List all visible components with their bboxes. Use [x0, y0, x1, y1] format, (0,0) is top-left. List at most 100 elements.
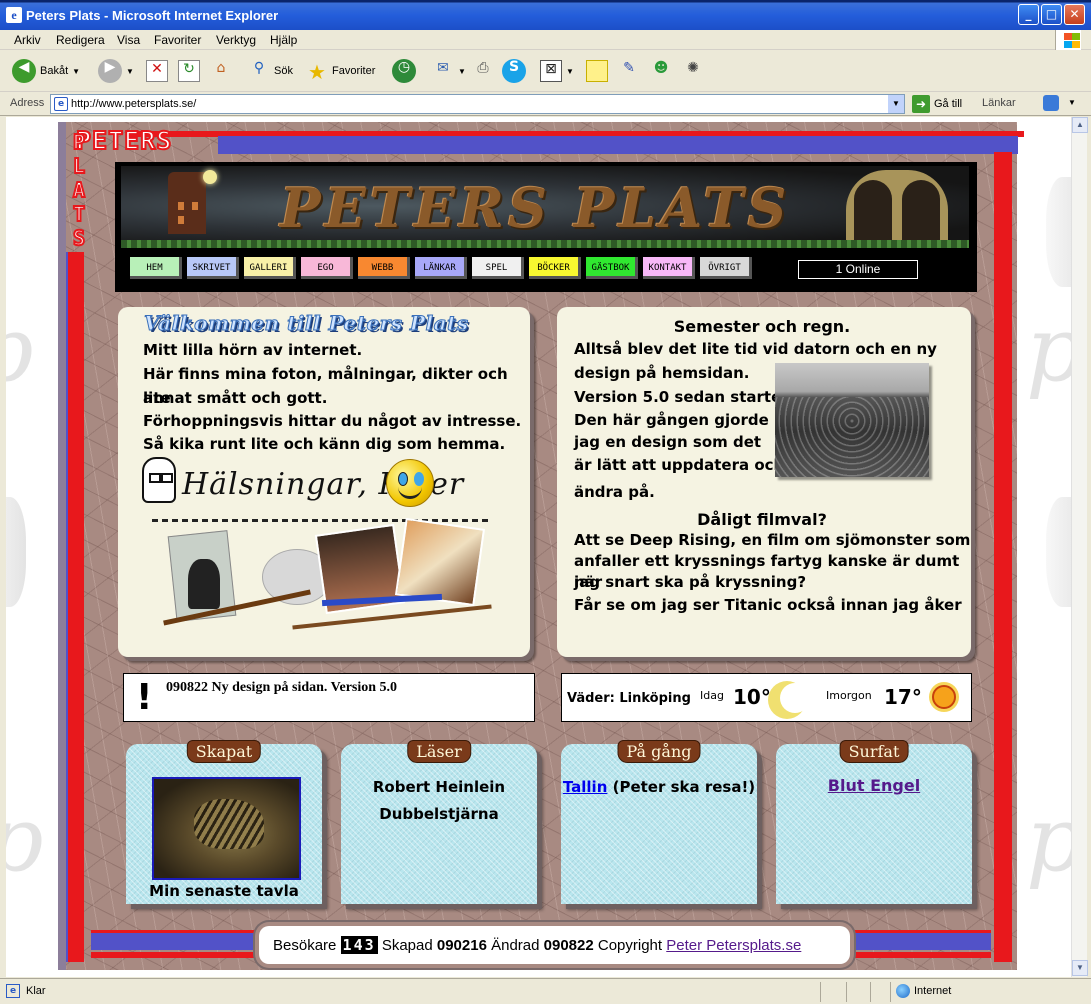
nav-kontakt[interactable]: KONTAKT	[643, 257, 695, 279]
messenger-button[interactable]: ☻	[650, 58, 672, 84]
pen-button[interactable]: ✎	[618, 58, 640, 84]
card-upcoming: På gång Tallin (Peter ska resa!)	[561, 740, 757, 904]
news-line: design på hemsidan.	[574, 364, 750, 382]
news-line: Den här gången gjorde	[574, 411, 769, 429]
header-banner: PETERS PLATS HEM SKRIVET GALLERI EGO WEB…	[115, 162, 977, 292]
site-container: PETERS P L A T S PETERS PLATS HEM SKRIVE…	[58, 122, 1024, 970]
mail-button[interactable]: ✉ ▼	[432, 58, 466, 84]
skype-button[interactable]: S	[502, 58, 526, 84]
haunted-house-icon	[168, 172, 206, 234]
back-button[interactable]: ◀ Bakåt ▼	[12, 58, 80, 84]
tallin-link[interactable]: Tallin	[563, 778, 608, 796]
address-url: http://www.petersplats.se/	[71, 98, 197, 110]
nav-skrivet[interactable]: SKRIVET	[187, 257, 239, 279]
grass-strip	[121, 240, 969, 248]
stop-button[interactable]: ✕	[146, 58, 168, 84]
nav-spel[interactable]: SPEL	[472, 257, 524, 279]
news-line: Att se Deep Rising, en film om sjömonste…	[574, 531, 971, 549]
menu-favorites[interactable]: Favoriter	[154, 33, 201, 47]
news-title: Semester och regn.	[673, 317, 851, 336]
scroll-up-icon[interactable]: ▲	[1072, 117, 1088, 133]
menu-tools[interactable]: Verktyg	[216, 33, 256, 47]
favorites-button[interactable]: ★ Favoriter	[306, 58, 375, 84]
menu-file[interactable]: Arkiv	[14, 33, 41, 47]
rain-photo	[775, 363, 929, 477]
menu-view[interactable]: Visa	[117, 33, 140, 47]
title-bar: e Peters Plats - Microsoft Internet Expl…	[0, 0, 1091, 30]
forward-arrow-icon: ▶	[98, 59, 122, 83]
sun-icon	[932, 685, 956, 709]
address-dropdown-icon[interactable]: ▼	[888, 95, 904, 113]
chevron-down-icon: ▼	[72, 66, 81, 76]
links-label[interactable]: Länkar	[982, 97, 1016, 109]
update-note: 090822 Ny design på sidan. Version 5.0	[166, 680, 398, 695]
latest-painting-image[interactable]	[152, 777, 301, 880]
weather-today-label: Idag	[700, 689, 724, 702]
logo-peters[interactable]: PETERS	[75, 125, 172, 156]
menu-help[interactable]: Hjälp	[270, 33, 297, 47]
refresh-button[interactable]: ↻	[178, 58, 200, 84]
research-button[interactable]: ✺	[682, 58, 704, 84]
search-button[interactable]: ⚲ Sök	[248, 58, 293, 84]
address-label: Adress	[10, 97, 45, 109]
stop-icon: ✕	[146, 60, 168, 82]
status-text: Klar	[26, 985, 46, 997]
banner-title: PETERS PLATS	[280, 176, 791, 240]
minimize-button[interactable]: _	[1018, 4, 1039, 25]
book-author: Robert Heinlein	[372, 778, 506, 796]
forward-button[interactable]: ▶ ▼	[98, 58, 134, 84]
logo-plats-text: P L A T S	[72, 129, 86, 251]
scroll-down-icon[interactable]: ▼	[1072, 960, 1088, 976]
home-button[interactable]: ⌂	[210, 58, 232, 84]
close-button[interactable]: ✕	[1064, 4, 1085, 25]
copyright-link[interactable]: Peter Petersplats.se	[666, 937, 801, 954]
edit-button[interactable]: ⊠ ▼	[540, 58, 574, 84]
visitor-counter: 143	[340, 936, 378, 954]
created-date: 090216	[436, 937, 487, 954]
maximize-button[interactable]: □	[1041, 4, 1062, 25]
nav-bocker[interactable]: BÖCKER	[529, 257, 581, 279]
chevron-down-icon: ▼	[458, 66, 466, 76]
menu-edit[interactable]: Redigera	[56, 33, 105, 47]
chevron-down-icon[interactable]: ▼	[1068, 98, 1076, 107]
right-red-stripe	[994, 152, 1012, 962]
notes-button[interactable]	[586, 58, 608, 84]
created-label: Skapad	[381, 937, 433, 954]
nav-lankar[interactable]: LÄNKAR	[415, 257, 467, 279]
nav-ego[interactable]: EGO	[301, 257, 353, 279]
weather-box: Väder: Linköping Idag 10° Imorgon 17°	[561, 673, 972, 722]
card-surfed: Surfat Blut Engel	[776, 740, 972, 904]
chevron-down-icon: ▼	[126, 66, 134, 76]
nav-webb[interactable]: WEBB	[358, 257, 410, 279]
mail-icon: ✉	[437, 60, 449, 76]
home-icon: ⌂	[216, 60, 226, 76]
blut-engel-link[interactable]: Blut Engel	[828, 776, 920, 795]
vertical-scrollbar[interactable]: ▲ ▼	[1071, 117, 1088, 977]
weather-tomorrow-label: Imorgon	[826, 689, 872, 702]
welcome-line: annat smått och gott.	[143, 389, 328, 407]
update-note-box: ! 090822 Ny design på sidan. Version 5.0	[123, 673, 535, 722]
print-button[interactable]: ⎙	[472, 58, 494, 84]
exclamation-icon: !	[136, 677, 153, 718]
watermark-shape-icon	[1046, 177, 1071, 287]
news-title-2: Dåligt filmval?	[697, 510, 827, 529]
online-counter: 1 Online	[798, 260, 918, 279]
status-separator	[890, 982, 891, 1002]
history-button[interactable]: ◷	[392, 58, 416, 84]
sticky-note-icon	[586, 60, 608, 82]
address-input[interactable]: e http://www.petersplats.se/ ▼	[50, 94, 905, 114]
toolbar-extension-icon[interactable]	[1043, 95, 1059, 111]
edit-window-icon: ⊠	[540, 60, 562, 82]
go-button[interactable]: ➜ Gå till	[912, 95, 962, 113]
nav-gastbok[interactable]: GÄSTBOK	[586, 257, 638, 279]
news-line: jag en design som det	[574, 433, 762, 451]
address-bar: Adress e http://www.petersplats.se/ ▼ ➜ …	[0, 92, 1091, 116]
status-separator	[870, 982, 871, 1002]
welcome-line: Så kika runt lite och känn dig som hemma…	[143, 435, 506, 453]
nav-galleri[interactable]: GALLERI	[244, 257, 296, 279]
chevron-down-icon: ▼	[566, 66, 574, 76]
search-icon: ⚲	[253, 60, 265, 76]
watermark-p-icon: p	[1026, 787, 1071, 892]
nav-ovrigt[interactable]: ÖVRIGT	[700, 257, 752, 279]
nav-hem[interactable]: HEM	[130, 257, 182, 279]
